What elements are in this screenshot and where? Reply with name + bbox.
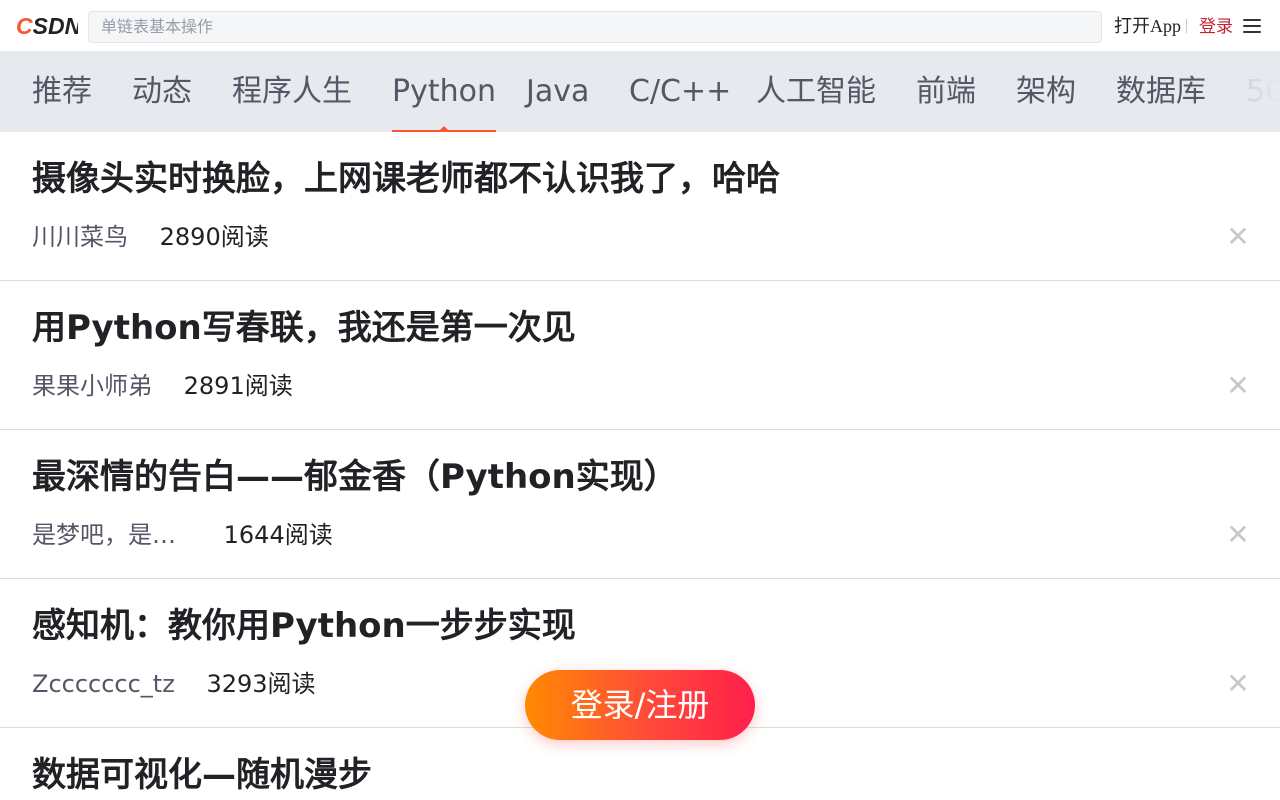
tab-programmer-life[interactable]: 程序人生 [232, 52, 352, 132]
article-author[interactable]: 果果小师弟 [32, 369, 152, 403]
csdn-logo[interactable]: CSDN [16, 13, 78, 39]
article-read-count: 1644阅读 [223, 521, 333, 549]
search-input[interactable]: 单链表基本操作 [88, 11, 1102, 43]
tab-java[interactable]: Java [526, 52, 589, 132]
article-author[interactable]: Zccccccc_tz [32, 667, 175, 701]
article-read-count: 2891阅读 [183, 372, 293, 400]
open-app-link[interactable]: 打开App [1114, 15, 1181, 37]
tab-recommend[interactable]: 推荐 [32, 52, 92, 132]
feed-item[interactable]: 用Python写春联，我还是第一次见 果果小师弟 2891阅读 ✕ [0, 281, 1280, 430]
tab-python[interactable]: Python [392, 52, 496, 132]
svg-text:CSDN: CSDN [16, 13, 78, 39]
feed-item[interactable]: 最深情的告白——郁金香（Python实现） 是梦吧，是… 1644阅读 ✕ [0, 430, 1280, 579]
article-title[interactable]: 用Python写春联，我还是第一次见 [32, 307, 576, 349]
top-header: CSDN 单链表基本操作 打开App 登录 [0, 0, 1280, 52]
tab-ai[interactable]: 人工智能 [756, 52, 876, 132]
close-icon[interactable]: ✕ [1226, 670, 1250, 698]
article-author[interactable]: 川川菜鸟 [32, 220, 128, 254]
article-meta: 川川菜鸟 2890阅读 [32, 220, 269, 254]
tab-frontend[interactable]: 前端 [916, 52, 976, 132]
tab-architecture[interactable]: 架构 [1016, 52, 1076, 132]
tab-dynamic[interactable]: 动态 [132, 52, 192, 132]
article-title[interactable]: 数据可视化—随机漫步 [32, 754, 372, 796]
close-icon[interactable]: ✕ [1226, 223, 1250, 251]
tab-c-cpp[interactable]: C/C++ [629, 52, 731, 132]
article-title[interactable]: 感知机：教你用Python一步步实现 [32, 605, 576, 647]
feed-item[interactable]: 摄像头实时换脸，上网课老师都不认识我了，哈哈 川川菜鸟 2890阅读 ✕ [0, 132, 1280, 281]
article-read-count: 3293阅读 [206, 670, 316, 698]
article-title[interactable]: 摄像头实时换脸，上网课老师都不认识我了，哈哈 [32, 158, 780, 200]
login-link[interactable]: 登录 [1199, 16, 1233, 38]
header-divider [1186, 19, 1187, 33]
article-title[interactable]: 最深情的告白——郁金香（Python实现） [32, 456, 678, 498]
tabs-overflow-fade [1220, 52, 1280, 132]
menu-icon[interactable] [1243, 17, 1261, 35]
category-tabs: 推荐 动态 程序人生 Python Java C/C++ 人工智能 前端 架构 … [0, 52, 1280, 132]
article-meta: 是梦吧，是… 1644阅读 [32, 518, 333, 552]
article-read-count: 2890阅读 [159, 223, 269, 251]
article-meta: 果果小师弟 2891阅读 [32, 369, 293, 403]
login-register-button[interactable]: 登录/注册 [525, 670, 755, 740]
close-icon[interactable]: ✕ [1226, 521, 1250, 549]
close-icon[interactable]: ✕ [1226, 372, 1250, 400]
tab-database[interactable]: 数据库 [1116, 52, 1206, 132]
article-author[interactable]: 是梦吧，是… [32, 518, 176, 552]
article-meta: Zccccccc_tz 3293阅读 [32, 667, 316, 701]
